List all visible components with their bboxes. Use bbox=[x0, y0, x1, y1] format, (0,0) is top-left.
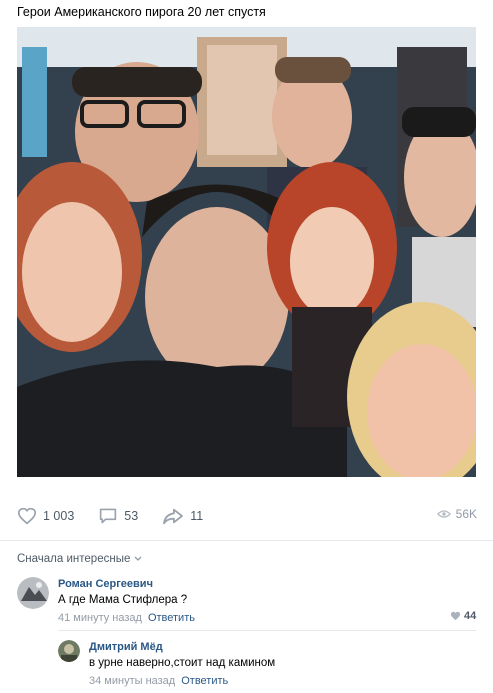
views-counter: 56K bbox=[436, 507, 477, 521]
share-button[interactable]: 11 bbox=[162, 507, 203, 525]
comment-reply-item: Дмитрий Мёд в урне наверно,стоит над кам… bbox=[58, 640, 275, 687]
post-photo[interactable] bbox=[17, 27, 476, 477]
comment-count: 53 bbox=[124, 509, 139, 523]
comment-button[interactable]: 53 bbox=[98, 507, 138, 525]
heart-icon bbox=[17, 507, 37, 525]
comment-time-link[interactable]: 34 минуты назад bbox=[89, 675, 175, 687]
chevron-down-icon bbox=[134, 556, 142, 561]
views-count: 56K bbox=[455, 507, 477, 521]
avatar[interactable] bbox=[58, 640, 80, 662]
comments-sort-dropdown[interactable]: Сначала интересные bbox=[17, 553, 142, 565]
comment-author-link[interactable]: Роман Сергеевич bbox=[58, 578, 195, 590]
comment-item: Роман Сергеевич А где Мама Стифлера ? 41… bbox=[17, 577, 195, 624]
comment-icon bbox=[100, 508, 117, 524]
post-text: Герои Американского пирога 20 лет спустя bbox=[17, 5, 266, 19]
avatar[interactable] bbox=[17, 577, 49, 609]
heart-icon bbox=[450, 611, 461, 621]
like-button[interactable]: 1 003 bbox=[17, 507, 74, 525]
reply-button[interactable]: Ответить bbox=[148, 612, 195, 624]
group-selfie-image bbox=[17, 27, 476, 477]
comments-sort-label: Сначала интересные bbox=[17, 553, 131, 565]
post-actions: 1 003 53 11 56K bbox=[17, 505, 477, 527]
comment-like-button[interactable]: 44 bbox=[450, 610, 476, 622]
comment-like-count: 44 bbox=[464, 610, 477, 622]
comment-author-link[interactable]: Дмитрий Мёд bbox=[89, 641, 275, 653]
share-icon bbox=[163, 508, 184, 525]
comment-text: в урне наверно,стоит над камином bbox=[89, 657, 276, 669]
divider bbox=[0, 540, 493, 541]
divider bbox=[58, 630, 476, 631]
avatar-image bbox=[17, 577, 49, 609]
share-count: 11 bbox=[190, 509, 204, 523]
comment-text: А где Мама Стифлера ? bbox=[58, 594, 188, 606]
like-count: 1 003 bbox=[43, 509, 75, 523]
eye-icon bbox=[436, 510, 451, 518]
avatar-image bbox=[58, 640, 80, 662]
reply-button[interactable]: Ответить bbox=[181, 675, 228, 687]
comment-time-link[interactable]: 41 минуту назад bbox=[58, 612, 142, 624]
